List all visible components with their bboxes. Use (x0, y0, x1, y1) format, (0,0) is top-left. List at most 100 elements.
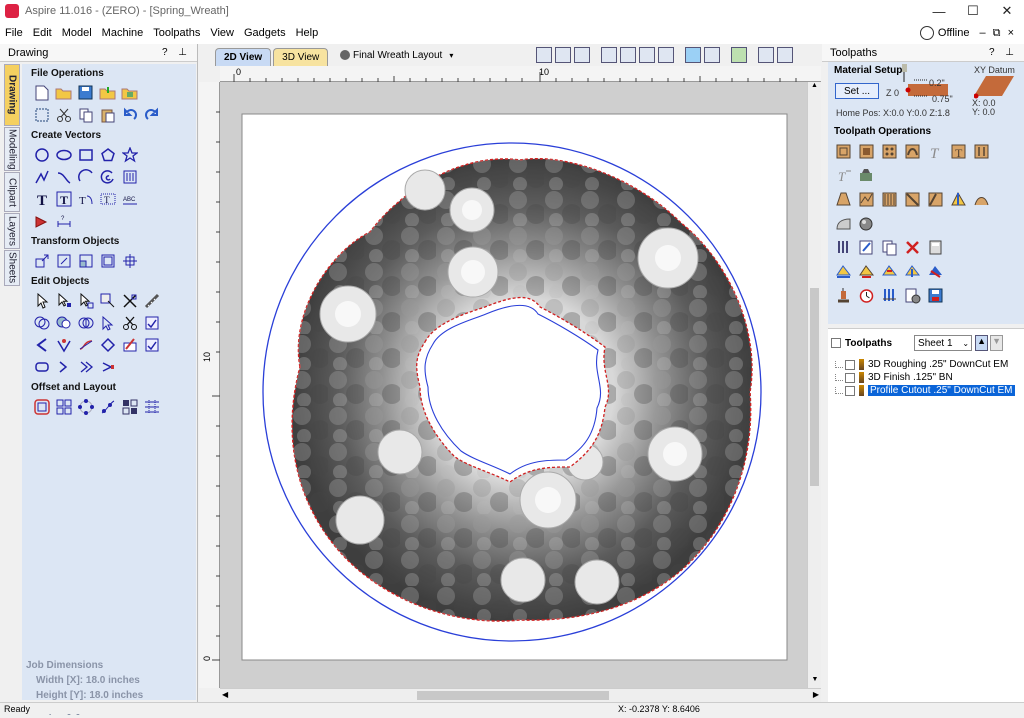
zoom-out-icon[interactable] (639, 47, 656, 63)
moulding-toolpath-icon[interactable] (857, 166, 876, 185)
select-all-icon[interactable] (32, 105, 51, 124)
close-button[interactable]: ✕ (990, 0, 1024, 22)
menu-toolpaths[interactable]: Toolpaths (148, 27, 205, 39)
drilling-toolpath-icon[interactable] (880, 142, 899, 161)
offset-vectors-icon[interactable] (32, 397, 51, 416)
menu-machine[interactable]: Machine (97, 27, 149, 39)
toolpath-template-icon[interactable] (857, 262, 876, 281)
layout-dropdown[interactable]: Final Wreath Layout (353, 50, 442, 61)
merge-toolpaths-icon[interactable] (834, 262, 853, 281)
move-up-icon[interactable]: ▲ (975, 335, 989, 351)
tool-database-icon[interactable] (834, 238, 853, 257)
array-copy-icon[interactable] (54, 397, 73, 416)
menu-view[interactable]: View (205, 27, 239, 39)
import-bitmap-icon[interactable] (120, 83, 139, 102)
circular-array-icon[interactable] (76, 397, 95, 416)
globe-icon[interactable] (919, 26, 934, 40)
profile-toolpath-icon[interactable] (834, 142, 853, 161)
wreath-drawing[interactable] (220, 82, 807, 688)
edit-toolpath-icon[interactable] (857, 238, 876, 257)
draw-tool-icon[interactable] (32, 211, 51, 230)
finishing-3d-icon[interactable] (880, 190, 899, 209)
menu-file[interactable]: File (0, 27, 28, 39)
preview-toolpath-icon[interactable] (834, 286, 853, 305)
dimensions-icon[interactable]: ? (54, 211, 73, 230)
scroll-left-arrow-icon[interactable]: ◀ (222, 690, 228, 699)
prism-toolpath-icon[interactable] (834, 190, 853, 209)
scale-icon[interactable] (76, 251, 95, 270)
center-icon[interactable] (120, 251, 139, 270)
zoom-in-icon[interactable] (658, 47, 675, 63)
moulding-profile-icon[interactable] (834, 214, 853, 233)
fillet-icon[interactable] (98, 313, 117, 332)
rotary-toolpath-icon[interactable] (949, 190, 968, 209)
toolpath-row-profile[interactable]: Profile Cutout .25" DownCut EM (835, 384, 1024, 397)
intersect-vectors-icon[interactable] (76, 313, 95, 332)
texture-text-icon[interactable]: T (926, 142, 945, 161)
horizontal-scrollbar[interactable]: ◀ ▶ (220, 688, 821, 702)
weld-vectors-icon[interactable] (32, 313, 51, 332)
pan-icon[interactable] (601, 47, 618, 63)
engrave-text-icon[interactable]: T (949, 142, 968, 161)
timer-icon[interactable] (857, 286, 876, 305)
sheet-select[interactable]: Sheet 1 ⌄ (914, 335, 973, 351)
inlay-toolpath-icon[interactable]: T (834, 166, 853, 185)
toolpath-checkbox[interactable] (845, 372, 855, 383)
material-icon[interactable] (704, 47, 721, 63)
select-arrow-icon[interactable] (32, 291, 51, 310)
toolpaths-visibility-checkbox[interactable] (831, 338, 841, 348)
dropdown-arrow-icon[interactable]: ▾ (449, 51, 453, 60)
setup-sheet-icon[interactable] (903, 286, 922, 305)
draw-arc-icon[interactable] (76, 167, 95, 186)
draw-text-icon[interactable]: T (32, 189, 51, 208)
snap-icon[interactable] (685, 47, 702, 63)
extend-vector-icon[interactable] (98, 335, 117, 354)
trim-vectors-icon[interactable] (120, 291, 139, 310)
profile-3d-icon[interactable] (903, 190, 922, 209)
curve-fit-icon[interactable] (76, 335, 95, 354)
menu-model[interactable]: Model (57, 27, 97, 39)
undo-icon[interactable] (120, 105, 139, 124)
toolpath-row-finish[interactable]: 3D Finish .125" BN (835, 371, 1024, 384)
horizontal-scroll-thumb[interactable] (417, 691, 609, 700)
corner-fillet-icon[interactable] (32, 335, 51, 354)
draw-circle-icon[interactable] (32, 145, 51, 164)
text-on-curve-icon[interactable]: T (54, 189, 73, 208)
extend-line-icon[interactable] (54, 357, 73, 376)
zoom-grid-icon[interactable] (555, 47, 572, 63)
vcarve-toolpath-icon[interactable] (903, 142, 922, 161)
nest-parts-icon[interactable] (120, 335, 139, 354)
node-smooth-icon[interactable] (54, 335, 73, 354)
wrap-vector-icon[interactable] (98, 357, 117, 376)
minimize-button[interactable]: — (922, 0, 956, 22)
scroll-down-arrow-icon[interactable]: ▼ (808, 676, 822, 688)
mdi-window-controls[interactable]: – ⧉ × (979, 27, 1016, 40)
mirror-icon[interactable] (98, 251, 117, 270)
scroll-up-arrow-icon[interactable]: ▲ (808, 82, 821, 94)
calculator-icon[interactable] (926, 238, 945, 257)
xy-datum-diagram[interactable] (974, 74, 1018, 100)
grid-toggle-icon[interactable] (574, 47, 591, 63)
draw-polygon-icon[interactable] (98, 145, 117, 164)
pocket-toolpath-icon[interactable] (857, 142, 876, 161)
pin-icon[interactable]: ? ⊥ (989, 47, 1024, 58)
tab-layers[interactable]: Layers (4, 213, 20, 249)
draw-curve-icon[interactable] (54, 167, 73, 186)
draw-flutes-icon[interactable] (120, 167, 139, 186)
toolpath-checkbox[interactable] (845, 385, 855, 396)
toolpath-row-roughing[interactable]: 3D Roughing .25" DownCut EM (835, 358, 1024, 371)
copy-along-vectors-icon[interactable] (98, 397, 117, 416)
move-down-icon[interactable]: ▼ (990, 335, 1004, 351)
redo-icon[interactable] (142, 105, 161, 124)
draw-star-icon[interactable] (120, 145, 139, 164)
save-icon[interactable] (76, 83, 95, 102)
offset-chevron-icon[interactable] (76, 357, 95, 376)
render-icon[interactable] (731, 47, 748, 63)
cut-icon[interactable] (54, 105, 73, 124)
vertical-scroll-thumb[interactable] (810, 288, 819, 486)
draw-polyline-icon[interactable] (32, 167, 51, 186)
menu-help[interactable]: Help (291, 27, 324, 39)
tab-clipart[interactable]: Clipart (4, 172, 20, 212)
ball-nose-icon[interactable] (857, 214, 876, 233)
transform-mode-icon[interactable] (76, 291, 95, 310)
